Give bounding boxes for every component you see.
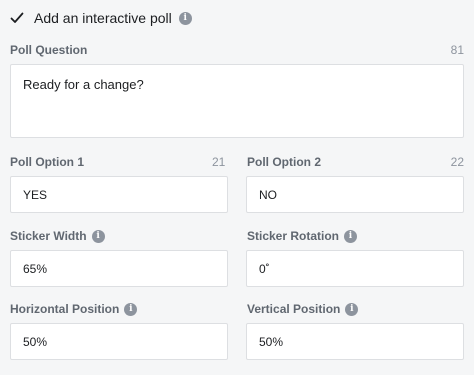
poll-option-1-value: YES [23,187,48,202]
poll-checkbox[interactable] [10,11,24,25]
poll-option-2-counter: 22 [450,155,464,169]
poll-question-input[interactable]: Ready for a change? [10,64,464,138]
poll-option-2-input[interactable]: NO [246,176,464,213]
sticker-width-input[interactable]: 65% [10,250,228,287]
poll-option-2-label: Poll Option 2 [247,155,321,169]
sticker-width-label-row: Sticker Width i [10,229,105,243]
poll-option-1-counter: 21 [212,155,226,169]
poll-option-1-input[interactable]: YES [10,176,228,213]
info-icon[interactable]: i [178,11,192,25]
poll-option-2-value: NO [259,187,277,202]
poll-toggle-row[interactable]: Add an interactive poll i [10,8,192,28]
poll-toggle-label[interactable]: Add an interactive poll [34,10,172,26]
info-icon[interactable]: i [91,229,105,243]
vertical-position-label-row: Vertical Position i [247,302,359,316]
horizontal-position-value: 50% [23,334,48,349]
info-icon[interactable]: i [124,302,138,316]
poll-option-1-label: Poll Option 1 [10,155,84,169]
horizontal-position-label-row: Horizontal Position i [10,302,138,316]
sticker-rotation-label: Sticker Rotation [247,229,340,243]
sticker-rotation-value: 0˚ [259,261,270,276]
sticker-rotation-input[interactable]: 0˚ [246,250,464,287]
sticker-width-label: Sticker Width [10,229,87,243]
vertical-position-input[interactable]: 50% [246,323,464,360]
vertical-position-label: Vertical Position [247,302,341,316]
poll-question-counter: 81 [450,43,464,57]
info-icon[interactable]: i [344,229,358,243]
sticker-rotation-label-row: Sticker Rotation i [247,229,358,243]
poll-question-label: Poll Question [10,43,88,57]
info-icon[interactable]: i [345,302,359,316]
checkmark-icon [10,12,24,23]
horizontal-position-label: Horizontal Position [10,302,120,316]
sticker-width-value: 65% [23,261,48,276]
vertical-position-value: 50% [259,334,284,349]
horizontal-position-input[interactable]: 50% [10,323,228,360]
poll-question-value: Ready for a change? [23,77,144,92]
